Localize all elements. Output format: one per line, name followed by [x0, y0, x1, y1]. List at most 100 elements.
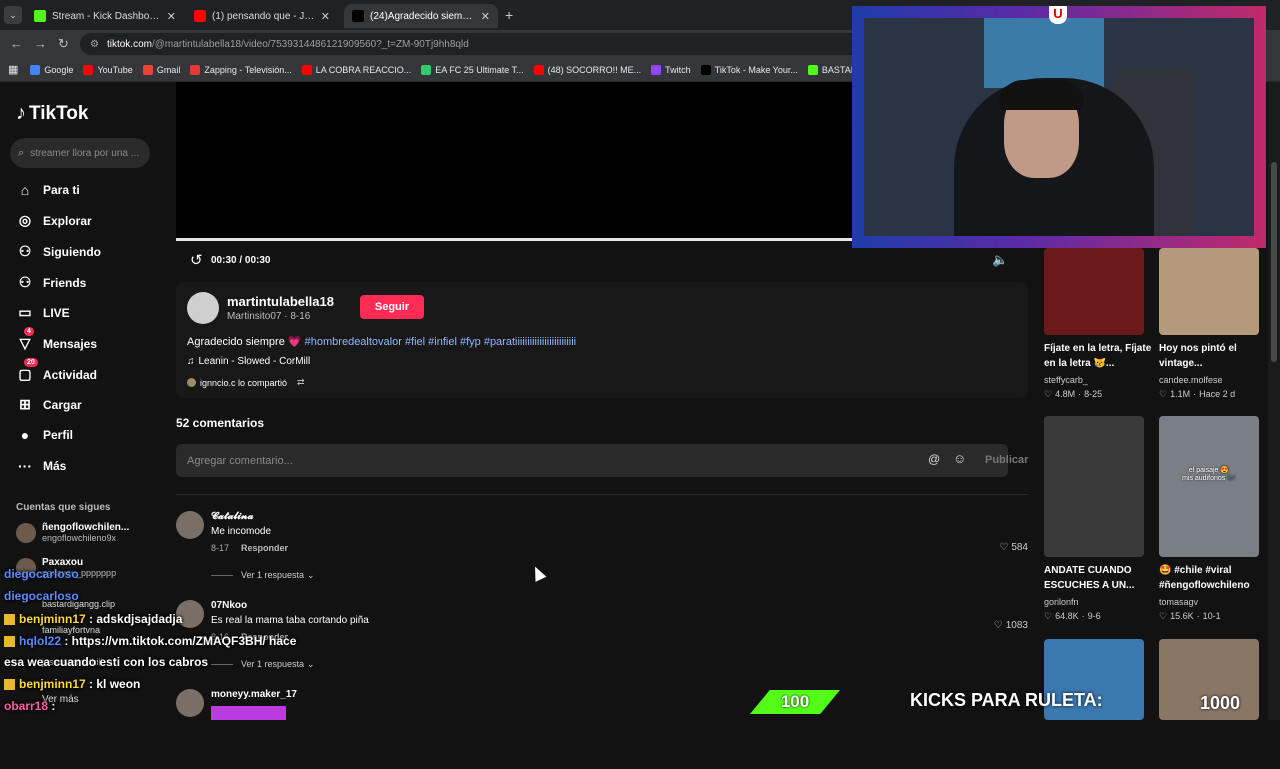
browser-tab[interactable]: (24)Agradecido siempre 💗✕ [344, 4, 498, 28]
browser-tab[interactable]: (1) pensando que - Juanka, ben✕ [186, 4, 338, 28]
bookmark-item[interactable]: Gmail [142, 64, 180, 75]
bookmark-label: EA FC 25 Ultimate T... [435, 64, 524, 75]
browser-tab[interactable]: Stream - Kick Dashboard ✕ [26, 4, 184, 28]
author-avatar[interactable] [187, 292, 219, 324]
bookmark-label: Twitch [665, 64, 691, 75]
post-caption: Agradecido siempre 💗 [187, 336, 302, 348]
search-input[interactable]: ⌕ streamer llora por una ... [10, 138, 150, 168]
dot-separator: · [1196, 611, 1200, 621]
chat-badge-icon [4, 614, 15, 626]
heart-icon: ♡ [1044, 611, 1053, 621]
sidebar-item-friends[interactable]: ⚇ Friends [16, 274, 87, 291]
shared-by-row[interactable]: ignncio.c lo compartió ⇄ [187, 377, 305, 388]
sidebar-item-para-ti[interactable]: ⌂ Para ti [16, 182, 80, 198]
url-input[interactable]: ⚙ tiktok.com/@martintulabella18/video/75… [80, 33, 870, 55]
kick-icon [34, 10, 46, 22]
reload-icon[interactable]: ↻ [58, 36, 69, 52]
tab-search-button[interactable]: ⌄ [4, 6, 22, 24]
video-date: 10-1 [1202, 611, 1221, 621]
video-date: 8-25 [1084, 389, 1103, 399]
video-title[interactable]: Hoy nos pintó el vintage... [1159, 341, 1269, 371]
sidebar-item-cargar[interactable]: ⊞ Cargar [16, 396, 82, 413]
comment-input[interactable]: Agregar comentario... @ ☺ [176, 444, 1008, 477]
mention-icon[interactable]: @ [928, 452, 940, 466]
chat-message: esa wea cuando esti con los cabros [4, 655, 208, 669]
notification-badge: 20 [24, 358, 38, 367]
forward-icon[interactable]: → [34, 36, 47, 51]
emoji-icon[interactable]: ☺ [953, 451, 966, 466]
video-thumbnail[interactable] [1044, 248, 1144, 335]
sidebar-item-live[interactable]: ▭ LIVE [16, 304, 69, 321]
comment-likes[interactable]: ♡ 584 [999, 542, 1028, 553]
following-title: Cuentas que sigues [16, 502, 111, 513]
comments-count: 52 comentarios [176, 416, 265, 430]
video-author[interactable]: tomasagv [1159, 597, 1198, 607]
bookmark-item[interactable]: YouTube [83, 64, 133, 75]
video-stats: ♡ 4.8M · 8-25 [1044, 389, 1102, 400]
activity-icon: ▢ 20 [16, 358, 38, 383]
streamer-webcam-overlay: U [852, 6, 1266, 248]
post-music-row[interactable]: ♫ Leanin - Slowed - CorMill [187, 356, 310, 367]
bookmark-label: TikTok - Make Your... [714, 64, 798, 75]
bookmark-item[interactable]: Zapping - Televisión... [190, 64, 292, 75]
video-stats: ♡ 64.8K · 9-6 [1044, 611, 1101, 622]
notification-badge: 4 [24, 327, 34, 336]
replay-icon[interactable]: ↺ [190, 251, 203, 269]
comment-placeholder: Agregar comentario... [187, 454, 293, 467]
sidebar-item-siguiendo[interactable]: ⚇ Siguiendo [16, 243, 101, 260]
sidebar-item-actividad[interactable]: ▢ 20 Actividad [16, 358, 97, 383]
site-info-icon[interactable]: ⚙ [90, 39, 99, 50]
bookmark-item[interactable]: (48) SOCORRO!! ME... [533, 64, 641, 75]
following-account[interactable]: ñengoflowchilen... engoflowchileno9x [16, 522, 129, 543]
chat-username: diegocarloso [4, 567, 79, 581]
close-icon[interactable]: ✕ [161, 10, 176, 23]
video-thumbnail[interactable]: el paisaje 😍 mis audifonos 🎶 [1159, 416, 1259, 557]
commenter-avatar[interactable] [176, 511, 204, 539]
close-icon[interactable]: ✕ [315, 10, 330, 23]
comment-date: 8-17 [211, 543, 230, 553]
tiktok-logo[interactable]: ♪ TikTok [16, 102, 88, 125]
video-stats: ♡ 1.1M · Hace 2 d [1159, 389, 1235, 400]
reply-button[interactable]: Responder [241, 543, 288, 553]
video-author[interactable]: candee.molfese [1159, 375, 1223, 385]
video-author[interactable]: steffycarb_ [1044, 375, 1088, 385]
video-thumbnail[interactable] [1044, 416, 1144, 557]
bookmark-item[interactable]: Google [30, 64, 73, 75]
sidebar-item-perfil[interactable]: ● Perfil [16, 427, 73, 443]
sidebar-item-más[interactable]: ··· Más [16, 458, 66, 474]
author-username[interactable]: martintulabella18 [227, 294, 334, 309]
comment-username[interactable]: 𝓒𝓪𝓽𝓪𝓵𝓲𝓷𝓪 [211, 511, 253, 522]
chat-text: : kl weon [85, 677, 141, 691]
video-thumbnail[interactable] [1159, 248, 1259, 335]
follow-button[interactable]: Seguir [360, 295, 424, 319]
sidebar-item-mensajes[interactable]: ▽ 4 Mensajes [16, 327, 97, 352]
comment-text: Me incomode [211, 526, 272, 537]
sidebar-item-explorar[interactable]: ◎ Explorar [16, 212, 92, 229]
publish-button[interactable]: Publicar [985, 454, 1028, 466]
scroll-thumb[interactable] [1271, 162, 1277, 362]
messages-icon: ▽ 4 [16, 327, 34, 352]
new-tab-button[interactable]: + [505, 7, 513, 23]
like-count: 584 [1011, 542, 1028, 553]
search-placeholder: streamer llora por una ... [30, 147, 140, 159]
post-hashtags[interactable]: #hombredealtovalor #fiel #infiel #fyp #p… [305, 336, 576, 348]
bookmark-favicon-icon [30, 64, 41, 75]
video-title[interactable]: 🤩 #chile #viral #ñengoflowchileno [1159, 563, 1269, 593]
back-icon[interactable]: ← [10, 36, 23, 51]
close-icon[interactable]: ✕ [475, 10, 490, 23]
chat-message: hqlol22 : https://vm.tiktok.com/ZMAQF3BH… [4, 634, 296, 648]
club-logo-icon: U [1049, 6, 1067, 24]
comment-likes[interactable]: ♡ 1083 [994, 620, 1028, 631]
heart-icon: ♡ [993, 620, 1003, 631]
bookmark-item[interactable]: LA COBRA REACCIO... [301, 64, 411, 75]
volume-icon[interactable]: 🔈 [992, 252, 1008, 268]
apps-icon[interactable]: ▦ [8, 63, 18, 76]
video-title[interactable]: Fíjate en la letra, Fíjate en la letra 😿… [1044, 341, 1154, 371]
bookmark-item[interactable]: TikTok - Make Your... [700, 64, 798, 75]
bookmark-item[interactable]: Twitch [651, 64, 691, 75]
video-author[interactable]: gorilonfn [1044, 597, 1079, 607]
account-handle: engoflowchileno9x [42, 533, 117, 543]
page-scrollbar[interactable] [1268, 82, 1280, 720]
video-title[interactable]: ANDATE CUANDO ESCUCHES A UN... [1044, 563, 1154, 593]
bookmark-item[interactable]: EA FC 25 Ultimate T... [421, 64, 524, 75]
